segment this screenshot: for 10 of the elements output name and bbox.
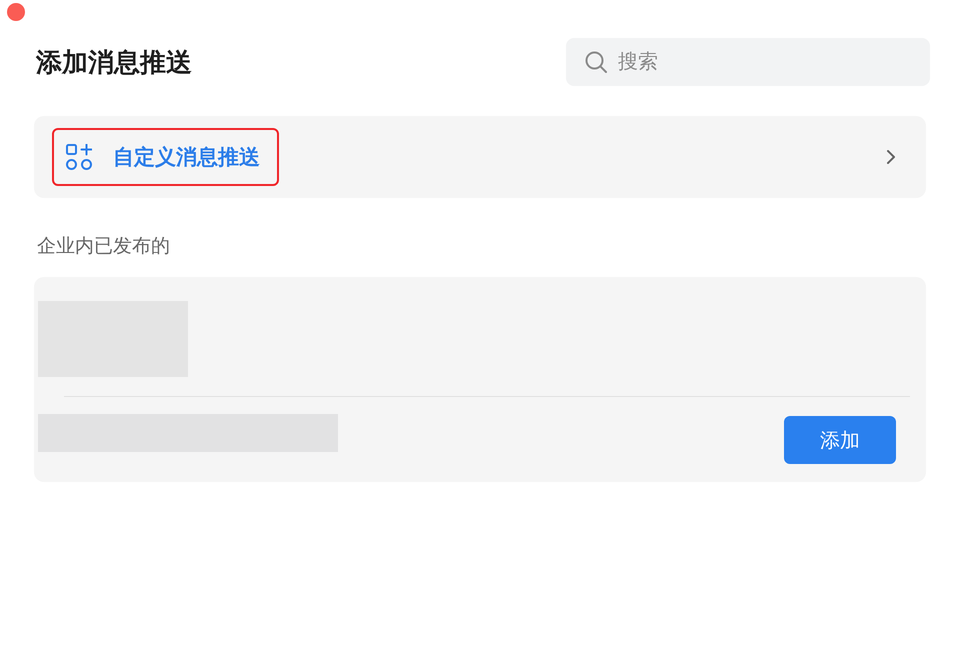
search-icon [585,51,607,73]
search-field[interactable]: 搜索 [566,38,930,86]
add-app-grid-icon [66,144,92,170]
window-close-button[interactable] [7,3,25,21]
add-button[interactable]: 添加 [784,416,896,464]
custom-push-label: 自定义消息推送 [113,144,260,171]
custom-push-card[interactable]: 自定义消息推送 [34,116,926,198]
page-title: 添加消息推送 [36,46,192,79]
chevron-right-icon [886,149,896,165]
section-label: 企业内已发布的 [37,235,170,259]
